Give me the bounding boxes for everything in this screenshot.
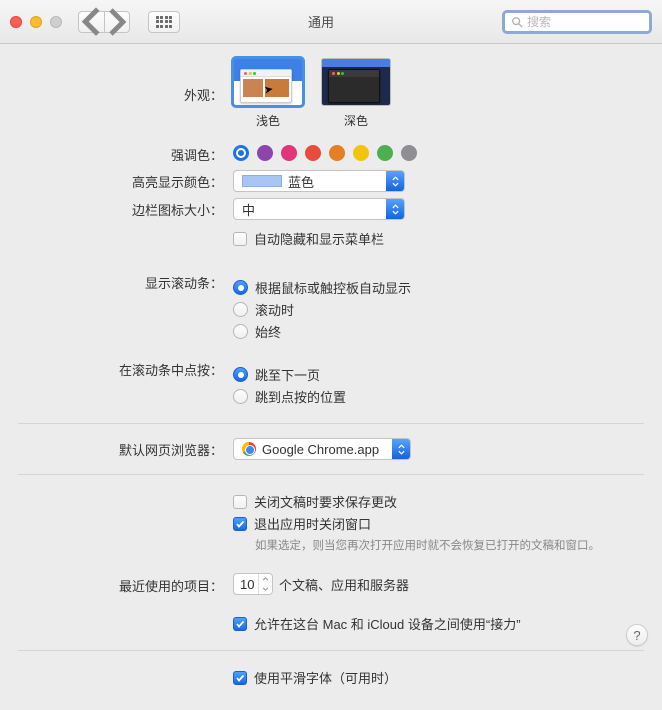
sidebar-icon-label: 边栏图标大小： xyxy=(18,198,233,219)
appearance-dark-option[interactable]: 深色 xyxy=(321,58,391,129)
appearance-light-caption: 浅色 xyxy=(233,112,303,129)
zoom-window-button xyxy=(50,16,62,28)
scrollbars-label: 显示滚动条： xyxy=(18,271,233,292)
separator xyxy=(18,650,644,651)
forward-button[interactable] xyxy=(104,11,130,33)
scroll-click-option-1[interactable]: 跳到点按的位置 xyxy=(233,387,644,406)
back-button[interactable] xyxy=(78,11,104,33)
accent-swatch-5[interactable] xyxy=(353,145,369,161)
sidebar-icon-value: 中 xyxy=(234,200,386,219)
recent-count-value: 10 xyxy=(240,577,254,592)
accent-label: 强调色： xyxy=(18,143,233,164)
accent-swatch-6[interactable] xyxy=(377,145,393,161)
recent-count-stepper[interactable]: 10 xyxy=(233,573,273,595)
separator xyxy=(18,423,644,424)
highlight-color-chip xyxy=(242,175,282,187)
font-smoothing-checkbox[interactable]: 使用平滑字体（可用时） xyxy=(233,668,644,687)
search-icon xyxy=(511,16,523,28)
checkbox-icon xyxy=(233,671,247,685)
font-smoothing-label: 使用平滑字体（可用时） xyxy=(254,668,397,687)
close-windows-checkbox[interactable]: 退出应用时关闭窗口 xyxy=(233,514,644,533)
browser-select[interactable]: Google Chrome.app xyxy=(233,438,411,460)
checkbox-icon xyxy=(233,495,247,509)
sidebar-icon-select[interactable]: 中 xyxy=(233,198,405,220)
scroll-click-options: 跳至下一页跳到点按的位置 xyxy=(233,362,644,409)
browser-value: Google Chrome.app xyxy=(262,442,379,457)
titlebar: 通用 搜索 xyxy=(0,0,662,44)
radio-icon xyxy=(233,302,248,317)
cursor-icon: ➤ xyxy=(263,82,274,96)
browser-label: 默认网页浏览器： xyxy=(18,438,233,459)
stepper-arrows-icon xyxy=(258,574,272,594)
nav-buttons xyxy=(78,11,130,33)
scroll-click-option-0[interactable]: 跳至下一页 xyxy=(233,365,644,384)
checkbox-icon xyxy=(233,517,247,531)
radio-icon xyxy=(233,324,248,339)
scrollbars-option-0[interactable]: 根据鼠标或触控板自动显示 xyxy=(233,278,644,297)
scrollbars-option-label: 滚动时 xyxy=(255,300,294,319)
chrome-icon xyxy=(242,442,256,456)
appearance-dark-caption: 深色 xyxy=(321,112,391,129)
accent-swatches xyxy=(233,143,644,161)
scrollbars-option-1[interactable]: 滚动时 xyxy=(233,300,644,319)
window-controls xyxy=(10,16,62,28)
accent-swatch-3[interactable] xyxy=(305,145,321,161)
scrollbars-option-2[interactable]: 始终 xyxy=(233,322,644,341)
window-title: 通用 xyxy=(150,12,492,31)
close-confirm-checkbox[interactable]: 关闭文稿时要求保存更改 xyxy=(233,492,644,511)
appearance-dark-preview xyxy=(321,58,391,106)
scrollbars-option-label: 始终 xyxy=(255,322,281,341)
close-confirm-label: 关闭文稿时要求保存更改 xyxy=(254,492,397,511)
close-windows-label: 退出应用时关闭窗口 xyxy=(254,514,371,533)
autohide-menubar-checkbox[interactable]: 自动隐藏和显示菜单栏 xyxy=(233,229,644,248)
search-field[interactable]: 搜索 xyxy=(502,10,652,34)
handoff-checkbox[interactable]: 允许在这台 Mac 和 iCloud 设备之间使用“接力” xyxy=(233,614,644,633)
highlight-value: 蓝色 xyxy=(288,172,314,191)
highlight-label: 高亮显示颜色： xyxy=(18,170,233,191)
separator xyxy=(18,474,644,475)
radio-icon xyxy=(233,280,248,295)
select-arrows-icon xyxy=(392,439,410,459)
appearance-light-preview: ➤ xyxy=(233,58,303,106)
search-placeholder: 搜索 xyxy=(527,13,551,30)
recent-suffix: 个文稿、应用和服务器 xyxy=(279,575,409,594)
select-arrows-icon xyxy=(386,199,404,219)
chevron-left-icon xyxy=(79,6,104,37)
close-windows-hint: 如果选定，则当您再次打开应用时就不会恢复已打开的文稿和窗口。 xyxy=(255,537,644,553)
highlight-select[interactable]: 蓝色 xyxy=(233,170,405,192)
scroll-click-option-label: 跳到点按的位置 xyxy=(255,387,346,406)
close-window-button[interactable] xyxy=(10,16,22,28)
accent-swatch-7[interactable] xyxy=(401,145,417,161)
accent-swatch-4[interactable] xyxy=(329,145,345,161)
checkbox-icon xyxy=(233,617,247,631)
recent-label: 最近使用的项目： xyxy=(18,574,233,595)
scrollbars-options: 根据鼠标或触控板自动显示滚动时始终 xyxy=(233,275,644,344)
accent-swatch-1[interactable] xyxy=(257,145,273,161)
chevron-right-icon xyxy=(105,7,129,37)
checkbox-icon xyxy=(233,232,247,246)
radio-icon xyxy=(233,367,248,382)
scrollbars-option-label: 根据鼠标或触控板自动显示 xyxy=(255,278,411,297)
minimize-window-button[interactable] xyxy=(30,16,42,28)
content: 外观： ➤ 浅色 xyxy=(0,44,662,710)
appearance-label: 外观： xyxy=(18,83,233,104)
accent-swatch-2[interactable] xyxy=(281,145,297,161)
handoff-label: 允许在这台 Mac 和 iCloud 设备之间使用“接力” xyxy=(254,614,521,633)
radio-icon xyxy=(233,389,248,404)
help-button[interactable]: ? xyxy=(626,624,648,646)
scroll-click-label: 在滚动条中点按： xyxy=(18,358,233,379)
select-arrows-icon xyxy=(386,171,404,191)
appearance-light-option[interactable]: ➤ 浅色 xyxy=(233,58,303,129)
scroll-click-option-label: 跳至下一页 xyxy=(255,365,320,384)
accent-swatch-0[interactable] xyxy=(233,145,249,161)
autohide-menubar-label: 自动隐藏和显示菜单栏 xyxy=(254,229,384,248)
